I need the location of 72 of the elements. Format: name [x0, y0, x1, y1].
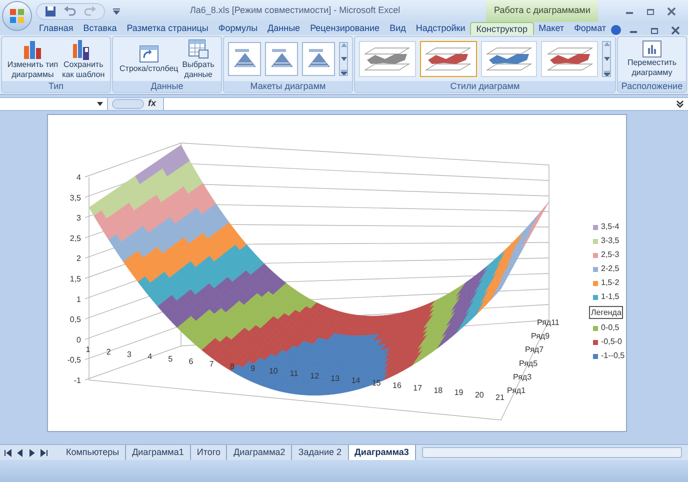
axis-label: Ряд7: [525, 345, 544, 354]
axis-label: 10: [268, 366, 278, 376]
ribbon-button[interactable]: Строка/столбец: [120, 44, 178, 74]
ribbon-button[interactable]: Выбрать данные: [182, 38, 214, 80]
legend-label: 3-3,5: [601, 236, 620, 246]
axis-label: 13: [330, 374, 340, 383]
ribbon-tab[interactable]: Формулы: [213, 22, 263, 35]
legend-label: 1,5-2: [601, 278, 620, 288]
axis-label: 4: [148, 352, 152, 362]
axis-label: 16: [392, 381, 402, 390]
axis-label: 8: [230, 362, 234, 371]
axis-label: 9: [250, 364, 256, 374]
axis-label: 3: [76, 214, 81, 223]
axis-label: 1: [76, 294, 81, 304]
axis-label: Ряд11: [537, 318, 560, 327]
axis-label: Ряд9: [531, 332, 550, 341]
function-button[interactable]: fx: [148, 97, 156, 111]
axis-label: 14: [351, 376, 360, 386]
axis-label: -0,5: [67, 356, 81, 365]
axis-label: Ряд5: [519, 358, 538, 368]
legend-label: -0,5-0: [601, 337, 622, 347]
legend-label: -1--0,5: [601, 351, 625, 361]
axis-label: 2: [76, 254, 81, 264]
ribbon-tab[interactable]: Вид: [384, 22, 411, 35]
axis-label: 20: [474, 390, 484, 400]
axis-label: Ряд1: [507, 386, 526, 395]
window-title: Ла6_8.xls [Режим совместимости] - Microsoft Excel: [190, 4, 400, 18]
axis-label: 7: [209, 359, 214, 368]
ribbon-tab[interactable]: Разметка страницы: [122, 22, 214, 35]
ribbon-tab[interactable]: Надстройки: [410, 22, 470, 35]
legend-label: 0-0,5: [601, 323, 620, 333]
ribbon-button[interactable]: Переместить диаграмму: [627, 40, 676, 78]
axis-label: 12: [310, 371, 320, 380]
axis-label: 18: [434, 386, 443, 395]
ribbon-tab[interactable]: Вставка: [78, 22, 122, 35]
group-title: Макеты диаграмм: [224, 81, 352, 92]
axis-label: 3,5: [70, 193, 81, 202]
axis-label: 19: [454, 388, 464, 398]
ribbon-button[interactable]: Изменить тип диаграммы: [7, 38, 58, 80]
axis-label: Ряд3: [513, 372, 532, 382]
ribbon-tab[interactable]: Данные: [262, 22, 306, 35]
group-title: Тип: [2, 81, 110, 92]
axis-label: 11: [290, 369, 298, 378]
axis-label: 2: [106, 347, 111, 356]
axis-label: 4: [76, 173, 81, 182]
tooltip: Легенда: [589, 306, 624, 319]
ribbon-button[interactable]: Сохранить как шаблон: [62, 38, 105, 80]
axis-label: -1: [74, 376, 81, 385]
axis-label: 3: [126, 350, 132, 359]
axis-label: 1: [86, 345, 90, 354]
axis-label: 21: [496, 393, 504, 402]
context-title: Работа с диаграммами: [486, 0, 598, 22]
axis-label: 17: [413, 383, 422, 392]
legend-label: 2-2,5: [601, 264, 620, 274]
axis-label: 0: [76, 335, 81, 344]
legend-label: 3,5-4: [601, 222, 620, 232]
axis-label: 2,5: [70, 234, 81, 243]
ribbon-tab[interactable]: Формат: [569, 22, 612, 35]
axis-label: 0,5: [70, 315, 81, 324]
group-title: Стили диаграмм: [355, 81, 615, 92]
ribbon-tab[interactable]: Макет: [534, 22, 570, 35]
axis-label: 6: [188, 357, 194, 366]
ribbon-tab[interactable]: Конструктор: [470, 22, 534, 35]
legend-label: 1-1,5: [601, 292, 620, 302]
ribbon-tab[interactable]: Рецензирование: [305, 22, 385, 35]
axis-label: 5: [168, 354, 173, 364]
group-title: Данные: [113, 81, 221, 92]
axis-label: 1,5: [70, 274, 81, 284]
legend-label: 2,5-3: [601, 250, 620, 260]
ribbon-tab[interactable]: Главная: [34, 22, 78, 35]
group-title: Расположение: [618, 81, 686, 92]
sheet-tab[interactable]: Диаграмма3: [348, 445, 416, 460]
